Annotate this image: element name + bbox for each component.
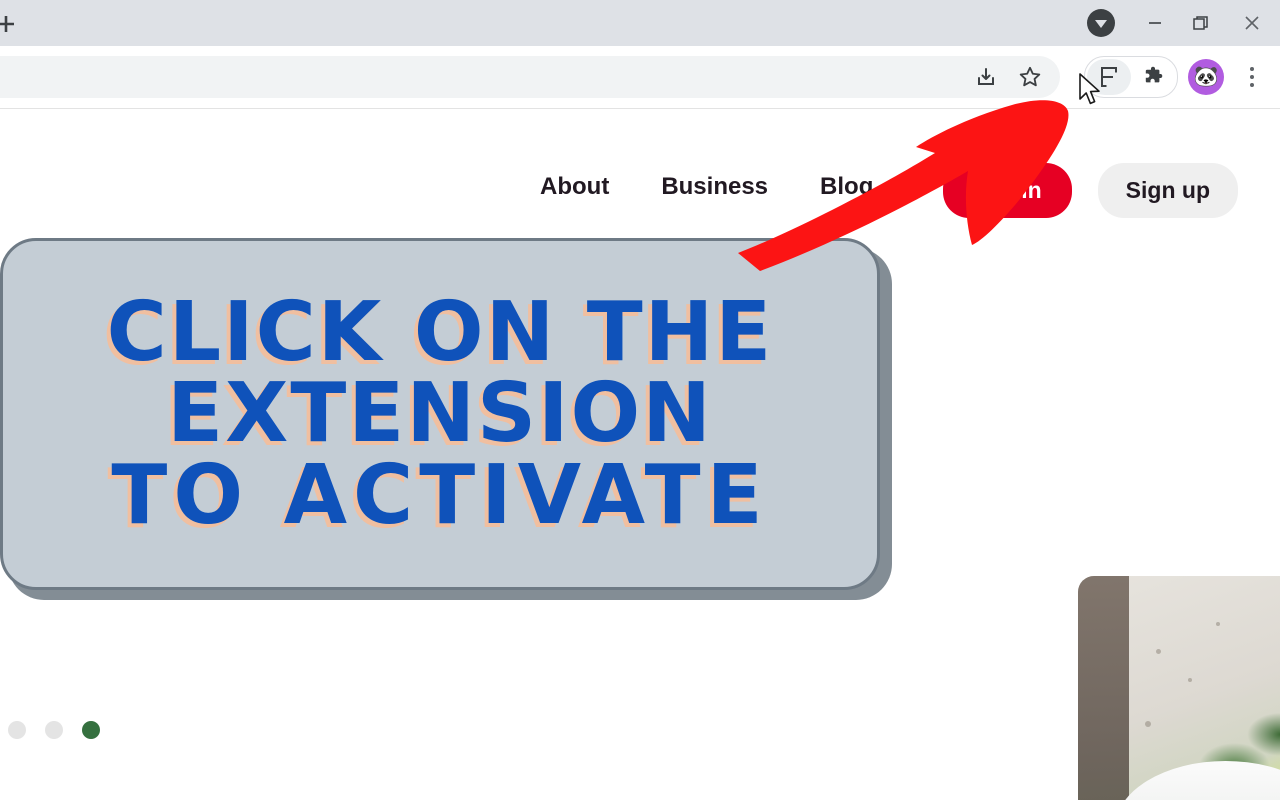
profile-avatar[interactable]: 🐼	[1188, 59, 1224, 95]
browser-window: 🐼 About Business Blog Log in Sign up CLI…	[0, 0, 1280, 800]
new-tab-button[interactable]	[0, 8, 22, 40]
signup-button[interactable]: Sign up	[1097, 163, 1238, 218]
window-title-bar	[0, 0, 1280, 46]
tab-search-button[interactable]	[1070, 0, 1132, 46]
extensions-puzzle-icon	[1145, 66, 1163, 83]
extensions-menu-button[interactable]	[1131, 59, 1175, 95]
mouse-cursor	[1079, 73, 1100, 105]
close-button[interactable]	[1224, 0, 1280, 46]
instruction-line-3: TO ACTIVATE	[111, 447, 769, 543]
site-navigation: About Business Blog Log in Sign up	[0, 147, 1280, 227]
nav-link-business[interactable]: Business	[661, 173, 768, 201]
carousel-dot-active[interactable]	[82, 721, 100, 739]
three-dot-menu-icon	[1250, 75, 1254, 79]
instruction-overlay-panel: CLICK ON THE EXTENSION TO ACTIVATE	[0, 238, 880, 590]
download-button[interactable]	[968, 59, 1004, 95]
minimize-button[interactable]	[1132, 0, 1178, 46]
nav-link-list: About Business Blog	[540, 147, 873, 227]
chrome-menu-button[interactable]	[1232, 57, 1272, 97]
tab-search-caret-icon	[1087, 9, 1115, 37]
panda-avatar-icon: 🐼	[1193, 66, 1219, 88]
nav-link-about[interactable]: About	[540, 173, 609, 201]
instruction-line-1: CLICK ON THE	[106, 284, 774, 380]
carousel-dot[interactable]	[45, 721, 63, 739]
maximize-button[interactable]	[1178, 0, 1224, 46]
three-dot-menu-icon	[1250, 67, 1254, 71]
address-bar[interactable]	[0, 56, 1060, 98]
pin-image-decor	[1078, 576, 1129, 800]
nav-link-blog[interactable]: Blog	[820, 173, 873, 201]
pin-card-pears[interactable]	[1078, 576, 1280, 800]
minimize-icon	[1149, 22, 1161, 24]
instruction-line-2: EXTENSION	[167, 366, 713, 462]
carousel-pagination	[8, 721, 100, 739]
three-dot-menu-icon	[1250, 83, 1254, 87]
bookmark-button[interactable]	[1012, 59, 1048, 95]
nav-auth-buttons: Log in Sign up	[942, 163, 1238, 218]
bookmark-star-icon	[1019, 66, 1041, 87]
plus-icon	[0, 16, 14, 32]
pin-image-decor	[1156, 648, 1162, 654]
restore-window-icon	[1193, 16, 1208, 30]
toolbar-actions: 🐼	[1084, 56, 1272, 98]
login-button[interactable]: Log in	[942, 163, 1072, 218]
window-controls	[1070, 0, 1280, 46]
close-x-icon	[1245, 16, 1259, 30]
download-icon	[978, 68, 994, 85]
pin-image-decor	[1144, 721, 1151, 728]
omnibox-actions	[968, 56, 1048, 98]
carousel-dot[interactable]	[8, 721, 26, 739]
